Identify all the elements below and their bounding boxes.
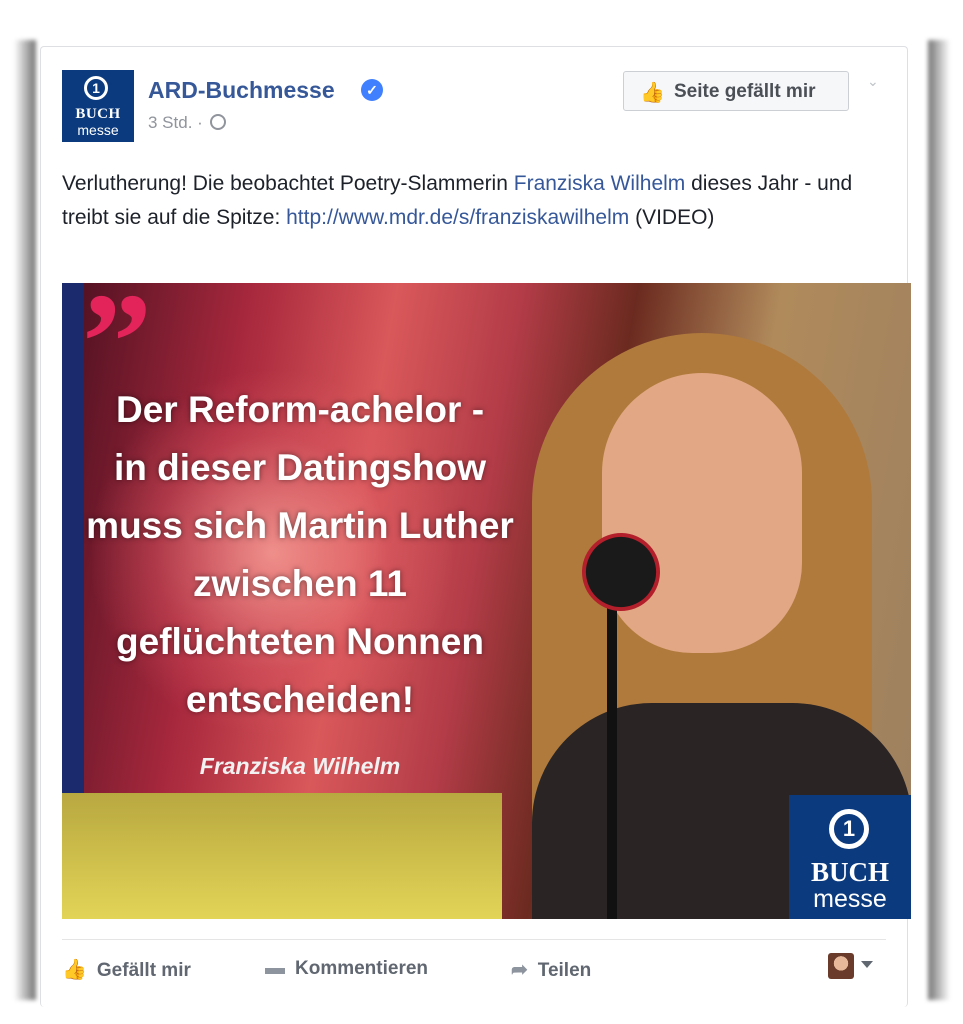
comment-button[interactable]: ▬ Kommentieren xyxy=(265,957,428,980)
post-text-part1: Verlutherung! Die beobachtet Poetry-Slam… xyxy=(62,172,514,195)
user-avatar[interactable] xyxy=(828,953,854,979)
share-label: Teilen xyxy=(537,960,592,981)
mention-link[interactable]: Franziska Wilhelm xyxy=(514,172,686,195)
comment-label: Kommentieren xyxy=(295,958,429,979)
post-media[interactable]: ” Der Reform-achelor - in dieser Datings… xyxy=(62,283,911,919)
logo-line1: BUCH xyxy=(810,857,889,887)
url-link[interactable]: http://www.mdr.de/s/franziskawilhelm xyxy=(286,206,629,229)
quote-author: Franziska Wilhelm xyxy=(199,753,401,779)
thumb-up-icon: 👍 xyxy=(640,82,665,104)
post-text-part3: (VIDEO) xyxy=(629,206,715,229)
post-text: Verlutherung! Die beobachtet Poetry-Slam… xyxy=(62,167,892,235)
post-card: 1 BUCH messe ARD-Buchmesse ✓ 3 Std. · 👍 … xyxy=(40,46,911,1007)
quote-line: Der Reform-achelor - xyxy=(115,389,485,430)
like-button[interactable]: 👍 Gefällt mir xyxy=(62,957,191,982)
globe-icon xyxy=(209,114,226,130)
chevron-down-icon[interactable] xyxy=(861,961,873,968)
like-label: Gefällt mir xyxy=(96,960,191,981)
logo-line2: messe xyxy=(813,885,887,913)
quote-line: geflüchteten Nonnen xyxy=(116,621,484,662)
quote-line: zwischen 11 xyxy=(193,563,407,604)
comment-icon: ▬ xyxy=(265,957,285,979)
speaker-face xyxy=(602,373,802,653)
quote-line: muss sich Martin Luther xyxy=(86,505,514,546)
quote-line: in dieser Datingshow xyxy=(113,447,487,488)
thumb-up-icon: 👍 xyxy=(62,959,87,981)
quote-line: entscheiden! xyxy=(185,679,415,720)
background-floor xyxy=(62,793,502,919)
page-name-link[interactable]: ARD-Buchmesse xyxy=(148,77,335,104)
post-meta: 3 Std. · xyxy=(148,113,226,133)
actions-divider xyxy=(62,939,886,940)
avatar-line1: BUCH xyxy=(75,106,121,122)
share-button[interactable]: ➦ Teilen xyxy=(511,957,591,982)
verified-check-icon: ✓ xyxy=(361,79,383,101)
like-page-button[interactable]: 👍 Seite gefällt mir xyxy=(623,71,849,111)
ard-one-icon: 1 xyxy=(84,76,108,100)
quote-text: Der Reform-achelor - in dieser Datingsho… xyxy=(62,381,538,729)
buchmesse-logo: 1 BUCH messe xyxy=(789,795,911,919)
avatar-line2: messe xyxy=(77,122,119,138)
page-avatar[interactable]: 1 BUCH messe xyxy=(62,70,134,142)
frame-shadow-left xyxy=(14,40,36,1000)
microphone-stand xyxy=(607,603,617,919)
chevron-down-icon[interactable]: ⌄ xyxy=(867,73,881,89)
post-time[interactable]: 3 Std. · xyxy=(148,113,203,132)
share-arrow-icon: ➦ xyxy=(511,959,528,981)
ard-one-icon: 1 xyxy=(829,809,869,849)
frame-shadow-right xyxy=(928,40,950,1000)
like-page-label: Seite gefällt mir xyxy=(674,81,816,102)
